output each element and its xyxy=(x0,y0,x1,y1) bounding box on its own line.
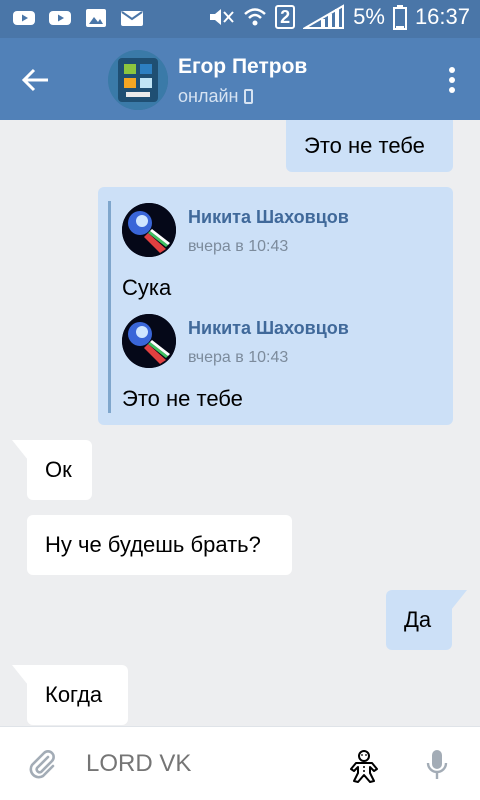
more-vert-icon[interactable] xyxy=(448,66,456,94)
avatar-image xyxy=(122,203,176,257)
chat-header: Егор Петров онлайн xyxy=(0,38,480,120)
battery-icon xyxy=(392,5,407,30)
contact-name[interactable]: Егор Петров xyxy=(178,55,307,79)
phone-icon xyxy=(244,89,254,104)
message-bubble-incoming[interactable]: Ну че будешь брать? xyxy=(27,515,292,575)
sim-badge: 2 xyxy=(275,5,296,29)
message-composer xyxy=(0,726,480,800)
bubble-tail xyxy=(12,665,28,685)
bubble-tail xyxy=(451,590,467,610)
forwarded-author-name[interactable]: Никита Шаховцов xyxy=(188,207,349,228)
message-bubble-outgoing[interactable]: Да xyxy=(386,590,452,650)
message-bubble-incoming[interactable]: Когда xyxy=(27,665,128,725)
message-bubble-incoming[interactable]: Ок xyxy=(27,440,92,500)
signal-icon xyxy=(303,4,345,29)
system-indicators: 2 5% 16:37 xyxy=(207,4,470,30)
avatar-image xyxy=(122,314,176,368)
youtube-icon xyxy=(49,11,71,25)
message-text: Это не тебе xyxy=(304,133,425,158)
status-text: онлайн xyxy=(178,86,239,106)
forwarded-timestamp: вчера в 10:43 xyxy=(188,238,289,255)
clock: 16:37 xyxy=(414,4,470,29)
back-arrow-icon[interactable] xyxy=(18,62,54,98)
forwarded-author-avatar[interactable] xyxy=(122,314,176,368)
forwarded-author-avatar[interactable] xyxy=(122,203,176,257)
avatar-image xyxy=(108,50,168,110)
message-bubble-outgoing-forwarded[interactable]: Никита Шаховцов вчера в 10:43 Сука Никит… xyxy=(98,187,453,425)
notification-icons xyxy=(12,8,144,28)
message-text: Когда xyxy=(45,682,103,707)
status-bar: 2 5% 16:37 xyxy=(0,0,480,38)
message-list[interactable]: Это не тебе Никита Шаховцов вчера в 10:4… xyxy=(0,120,480,726)
youtube-icon xyxy=(13,11,35,25)
image-icon xyxy=(86,9,106,27)
contact-avatar[interactable] xyxy=(108,50,168,110)
sticker-icon[interactable] xyxy=(348,749,380,783)
forwarded-message-text: Это не тебе xyxy=(122,386,243,411)
wifi-icon xyxy=(244,8,266,26)
mail-icon xyxy=(121,11,143,26)
message-text: Ну че будешь брать? xyxy=(45,532,261,557)
mute-icon xyxy=(210,9,234,25)
forwarded-timestamp: вчера в 10:43 xyxy=(188,349,289,366)
message-bubble-outgoing[interactable]: Это не тебе xyxy=(286,120,453,172)
attach-icon[interactable] xyxy=(26,749,58,781)
forwarded-message-text: Сука xyxy=(122,275,172,300)
bubble-tail xyxy=(12,440,28,460)
forward-indicator-line xyxy=(108,201,111,413)
message-text: Ок xyxy=(45,457,72,482)
forwarded-author-name[interactable]: Никита Шаховцов xyxy=(188,318,349,339)
message-text: Да xyxy=(404,607,432,632)
message-input[interactable] xyxy=(86,747,326,781)
mic-icon[interactable] xyxy=(426,749,448,781)
battery-percent: 5% xyxy=(353,4,385,29)
contact-status: онлайн xyxy=(178,86,254,107)
